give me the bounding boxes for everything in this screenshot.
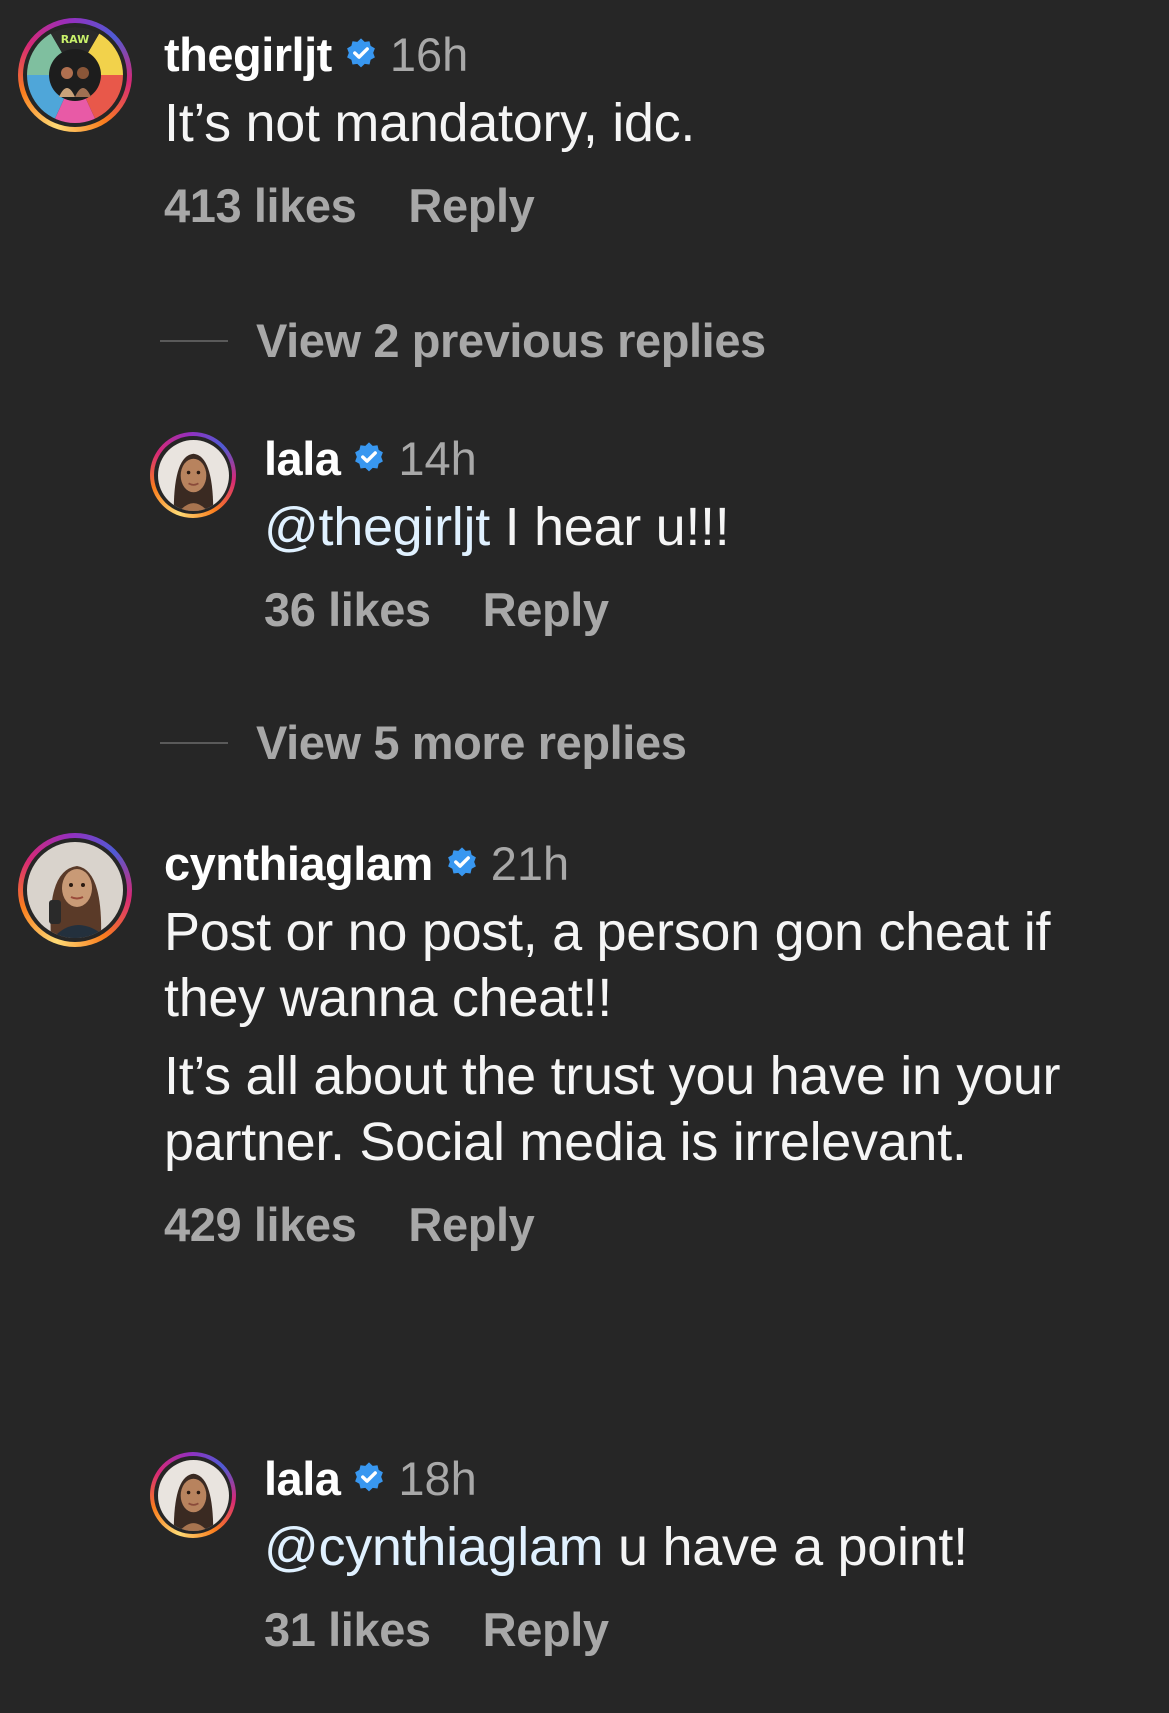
view-previous-replies-button[interactable]: View 2 previous replies — [160, 313, 766, 368]
reply-username[interactable]: lala — [264, 431, 341, 486]
verified-badge-icon — [355, 1462, 384, 1492]
reply-button[interactable]: Reply — [483, 1602, 609, 1657]
reply-button[interactable]: Reply — [483, 582, 609, 637]
avatar[interactable] — [18, 833, 132, 947]
avatar[interactable] — [150, 1452, 236, 1538]
mention-link[interactable]: @cynthiaglam — [264, 1517, 604, 1577]
comment-text: Post or no post, a person gon cheat if t… — [164, 902, 1061, 1172]
likes-count[interactable]: 413 likes — [164, 178, 357, 233]
comment-timestamp: 21h — [490, 836, 570, 890]
reply-lala-2: lala 18h @cynthiaglam u have a point! 31… — [150, 1452, 968, 1657]
verified-badge-icon — [447, 847, 476, 877]
verified-badge-icon — [346, 38, 375, 68]
likes-count[interactable]: 429 likes — [164, 1197, 357, 1252]
reply-timestamp: 14h — [398, 431, 477, 485]
view-more-replies-label: View 5 more replies — [256, 716, 687, 769]
comment-timestamp: 16h — [389, 27, 469, 81]
reply-timestamp: 18h — [398, 1451, 477, 1505]
view-more-replies-button[interactable]: View 5 more replies — [160, 715, 687, 770]
divider — [160, 339, 228, 342]
likes-count[interactable]: 31 likes — [264, 1602, 431, 1657]
group-photo-avatar-icon: RAW — [27, 27, 123, 123]
comment-username[interactable]: cynthiaglam — [164, 836, 433, 891]
reply-text: @thegirljt I hear u!!! — [264, 497, 730, 557]
svg-text:RAW: RAW — [61, 33, 90, 46]
reply-text: @cynthiaglam u have a point! — [264, 1517, 968, 1577]
reply-button[interactable]: Reply — [408, 178, 534, 233]
comment-thegirljt: RAW thegirljt 16h It’s not mandatory, id… — [18, 18, 695, 233]
woman-portrait-avatar-icon — [157, 439, 229, 511]
comment-username[interactable]: thegirljt — [164, 27, 332, 82]
avatar[interactable] — [150, 432, 236, 518]
woman-portrait-avatar-icon — [27, 842, 123, 938]
reply-button[interactable]: Reply — [408, 1197, 534, 1252]
reply-username[interactable]: lala — [264, 1451, 341, 1506]
woman-portrait-avatar-icon — [157, 1459, 229, 1531]
view-previous-replies-label: View 2 previous replies — [256, 314, 766, 367]
comment-text: It’s not mandatory, idc. — [164, 93, 696, 153]
avatar[interactable]: RAW — [18, 18, 132, 132]
comment-cynthiaglam: cynthiaglam 21h Post or no post, a perso… — [18, 833, 1064, 1252]
reply-lala-1: lala 14h @thegirljt I hear u!!! 36 likes… — [150, 431, 730, 637]
verified-badge-icon — [355, 442, 384, 472]
mention-link[interactable]: @thegirljt — [264, 497, 490, 557]
likes-count[interactable]: 36 likes — [264, 582, 431, 637]
divider — [160, 741, 228, 744]
